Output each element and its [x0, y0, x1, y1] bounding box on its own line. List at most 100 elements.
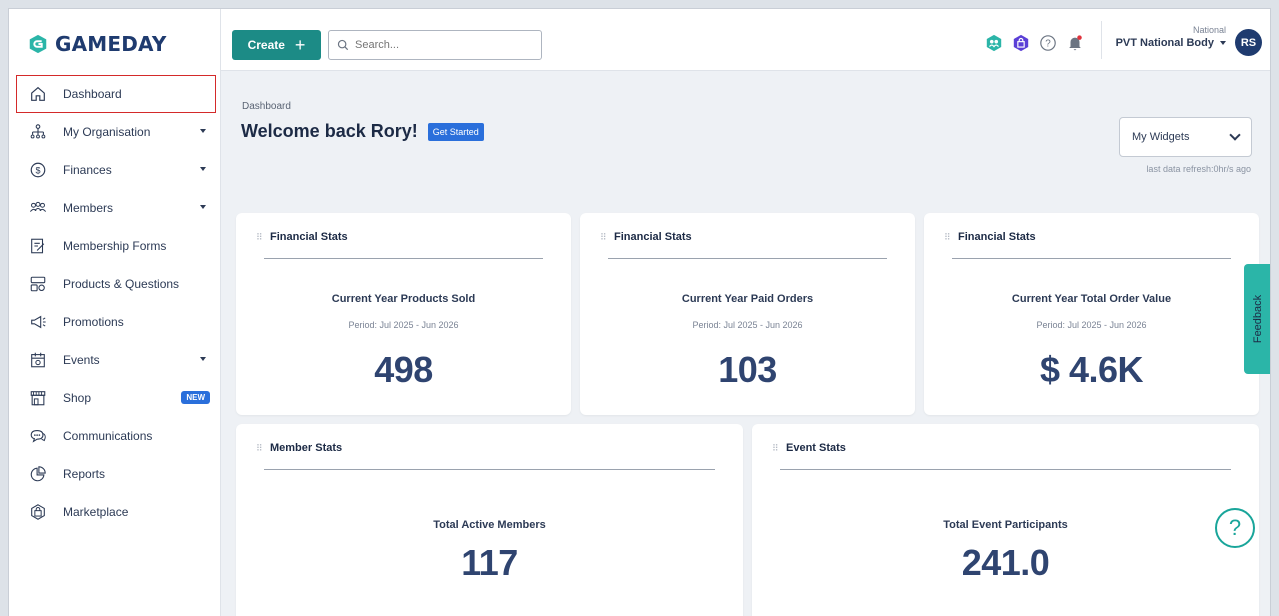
create-button[interactable]: Create + — [232, 30, 321, 60]
my-widgets-select[interactable]: My Widgets — [1119, 117, 1252, 157]
home-icon — [29, 85, 47, 103]
sidebar-item-shop[interactable]: Shop NEW — [9, 379, 220, 417]
calendar-icon — [29, 351, 47, 369]
form-edit-icon — [29, 237, 47, 255]
products-icon — [29, 275, 47, 293]
stat-value: 241.0 — [961, 542, 1050, 583]
stat-label: Current Year Paid Orders — [681, 293, 814, 305]
card-title: Financial Stats — [270, 231, 348, 243]
sidebar-item-label: Reports — [63, 467, 106, 481]
notification-bell-icon[interactable] — [1066, 34, 1084, 52]
stat-period: Period: Jul 2025 - Jun 2026 — [692, 320, 803, 330]
sidebar-nav: Dashboard My Organisation $ Finances Mem… — [9, 75, 220, 531]
card-products-sold: ⠿ Financial Stats Current Year Products … — [236, 213, 571, 415]
help-chat-button[interactable]: ? — [1215, 508, 1255, 548]
divider — [264, 258, 543, 259]
megaphone-icon — [29, 313, 47, 331]
brand-logo[interactable]: GAMEDAY — [27, 31, 167, 57]
card-title: Financial Stats — [958, 231, 1036, 243]
stat-label: Total Active Members — [433, 519, 546, 531]
svg-text:$: $ — [35, 166, 40, 176]
svg-text:?: ? — [1045, 39, 1051, 50]
sidebar-item-label: Dashboard — [63, 87, 122, 101]
sidebar-item-members[interactable]: Members — [9, 189, 220, 227]
stat-label: Current Year Total Order Value — [1011, 293, 1172, 305]
stat-label: Total Event Participants — [943, 519, 1068, 531]
page-title: Welcome back Rory! — [241, 121, 418, 141]
top-bar: Create + ? National PVT National Body RS — [221, 9, 1270, 71]
community-app-icon[interactable] — [985, 34, 1003, 52]
gameday-logo-icon — [29, 34, 47, 54]
sidebar-item-label: Products & Questions — [63, 277, 180, 291]
sidebar-item-dashboard[interactable]: Dashboard — [16, 75, 216, 113]
drag-handle-icon[interactable]: ⠿ — [772, 443, 779, 454]
card-event-stats: ⠿ Event Stats Total Event Participants 2… — [752, 424, 1259, 616]
new-badge: NEW — [181, 391, 210, 404]
sidebar-item-label: Events — [63, 353, 100, 367]
topbar-divider — [1101, 21, 1102, 59]
card-title: Member Stats — [270, 442, 343, 454]
card-title: Financial Stats — [614, 231, 692, 243]
sidebar-item-label: My Organisation — [63, 125, 151, 139]
sidebar-item-events[interactable]: Events — [9, 341, 220, 379]
sidebar-item-my-organisation[interactable]: My Organisation — [9, 113, 220, 151]
divider — [780, 469, 1231, 470]
sidebar-item-label: Finances — [63, 163, 112, 177]
sidebar-item-marketplace[interactable]: Marketplace — [9, 493, 220, 531]
app-window: GAMEDAY Dashboard My Organisation $ Fina… — [8, 8, 1271, 616]
sidebar-item-label: Membership Forms — [63, 239, 167, 253]
stat-label: Current Year Products Sold — [331, 293, 476, 305]
chevron-down-icon[interactable] — [200, 129, 206, 133]
search-icon — [337, 39, 349, 51]
refresh-status: last data refresh:0hr/s ago — [1146, 164, 1251, 174]
top-icons: ? — [985, 34, 1084, 52]
stat-value: $ 4.6K — [1039, 349, 1144, 390]
chevron-down-icon — [1220, 41, 1226, 46]
sidebar-item-communications[interactable]: Communications — [9, 417, 220, 455]
sidebar-item-promotions[interactable]: Promotions — [9, 303, 220, 341]
sidebar-item-label: Marketplace — [63, 505, 129, 519]
stat-value: 498 — [374, 349, 433, 390]
breadcrumb: Dashboard — [242, 101, 291, 112]
chevron-down-icon[interactable] — [200, 167, 206, 171]
sidebar-item-reports[interactable]: Reports — [9, 455, 220, 493]
dollar-circle-icon: $ — [29, 161, 47, 179]
sidebar-item-finances[interactable]: $ Finances — [9, 151, 220, 189]
card-total-order-value: ⠿ Financial Stats Current Year Total Ord… — [924, 213, 1259, 415]
org-chart-icon — [29, 123, 47, 141]
chevron-down-icon — [1229, 129, 1241, 141]
chat-bubbles-icon — [29, 427, 47, 445]
drag-handle-icon[interactable]: ⠿ — [256, 232, 263, 243]
sidebar-item-membership-forms[interactable]: Membership Forms — [9, 227, 220, 265]
divider — [952, 258, 1231, 259]
feedback-tab[interactable]: Feedback — [1244, 264, 1270, 374]
storefront-icon — [29, 389, 47, 407]
drag-handle-icon[interactable]: ⠿ — [944, 232, 951, 243]
stat-value: 117 — [461, 542, 518, 583]
chevron-down-icon[interactable] — [200, 357, 206, 361]
drag-handle-icon[interactable]: ⠿ — [600, 232, 607, 243]
help-icon[interactable]: ? — [1039, 34, 1057, 52]
divider — [264, 469, 715, 470]
stat-period: Period: Jul 2025 - Jun 2026 — [348, 320, 459, 330]
pie-chart-icon — [29, 465, 47, 483]
search-input[interactable] — [355, 39, 525, 51]
card-paid-orders: ⠿ Financial Stats Current Year Paid Orde… — [580, 213, 915, 415]
chevron-down-icon[interactable] — [200, 205, 206, 209]
org-name[interactable]: PVT National Body — [1116, 37, 1226, 49]
avatar[interactable]: RS — [1235, 29, 1262, 56]
org-switcher[interactable]: National PVT National Body — [1116, 25, 1226, 49]
my-widgets-label: My Widgets — [1132, 131, 1190, 143]
divider — [608, 258, 887, 259]
get-started-button[interactable]: Get Started — [427, 122, 484, 141]
brand-name: GAMEDAY — [55, 32, 167, 56]
drag-handle-icon[interactable]: ⠿ — [256, 443, 263, 454]
card-member-stats: ⠿ Member Stats Total Active Members 117 — [236, 424, 743, 616]
plus-icon: + — [294, 35, 306, 55]
marketplace-app-icon[interactable] — [1012, 34, 1030, 52]
sidebar-item-products-questions[interactable]: Products & Questions — [9, 265, 220, 303]
org-level: National — [1192, 25, 1226, 35]
search-box[interactable] — [328, 30, 542, 60]
sidebar-item-label: Members — [63, 201, 114, 215]
sidebar: GAMEDAY Dashboard My Organisation $ Fina… — [9, 9, 221, 616]
